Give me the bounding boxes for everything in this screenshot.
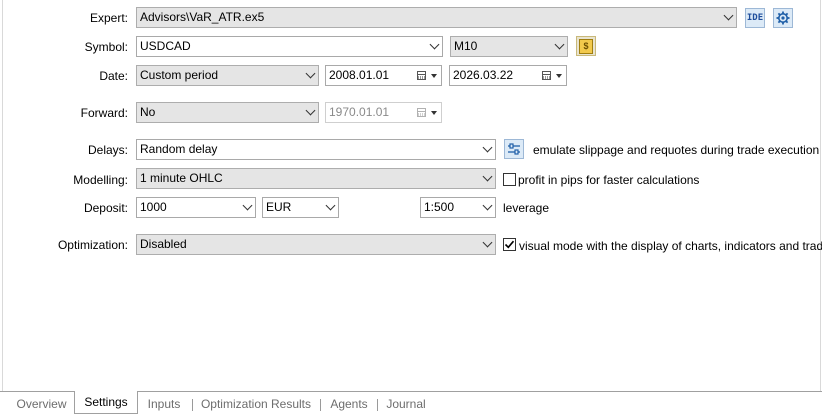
leverage-value: 1:500 <box>424 200 455 214</box>
calendar-icon <box>542 71 551 80</box>
delays-label: Delays: <box>87 143 128 157</box>
sliders-icon <box>508 143 520 155</box>
chevron-down-icon <box>305 68 316 79</box>
delays-value: Random delay <box>140 142 218 156</box>
visual-mode-checkbox[interactable] <box>503 238 516 251</box>
date-from-picker[interactable]: 2008.01.01 <box>325 65 442 86</box>
chevron-down-icon <box>482 171 493 182</box>
chevron-down-icon <box>723 10 734 21</box>
forward-date-value: 1970.01.01 <box>329 105 390 119</box>
tab-inputs[interactable]: Inputs <box>138 395 190 415</box>
optimization-select[interactable]: Disabled <box>136 234 496 255</box>
tab-separator <box>377 399 378 411</box>
deposit-amount-value: 1000 <box>140 200 167 214</box>
modelling-select[interactable]: 1 minute OHLC <box>136 168 496 189</box>
chevron-down-icon <box>305 105 316 116</box>
optimization-value: Disabled <box>140 237 187 251</box>
symbol-select[interactable]: USDCAD <box>136 36 443 57</box>
tab-journal[interactable]: Journal <box>379 395 433 415</box>
profit-in-pips-label: profit in pips for faster calculations <box>518 173 700 187</box>
dropdown-triangle-icon <box>556 74 562 78</box>
timeframe-value: M10 <box>454 39 478 53</box>
dropdown-triangle-icon <box>431 74 437 78</box>
symbol-value: USDCAD <box>140 39 191 53</box>
chevron-down-icon <box>482 237 493 248</box>
checkmark-icon <box>504 240 515 249</box>
date-to-value: 2026.03.22 <box>453 68 514 82</box>
deposit-label: Deposit: <box>83 201 128 215</box>
date-period-select[interactable]: Custom period <box>136 65 319 86</box>
forward-select[interactable]: No <box>136 102 319 123</box>
chevron-down-icon <box>482 200 493 211</box>
chevron-down-icon <box>325 200 336 211</box>
dollar-icon: $ <box>579 38 593 54</box>
deposit-currency-value: EUR <box>266 200 292 214</box>
modelling-label: Modelling: <box>73 173 128 187</box>
calendar-icon <box>417 71 426 80</box>
expert-settings-button[interactable] <box>773 8 793 28</box>
expert-value: Advisors\VaR_ATR.ex5 <box>140 10 265 24</box>
delays-select[interactable]: Random delay <box>136 139 496 160</box>
chevron-down-icon <box>482 142 493 153</box>
calendar-icon <box>417 108 426 117</box>
chevron-down-icon <box>429 39 440 50</box>
symbol-spec-button[interactable]: $ <box>576 36 596 56</box>
profit-in-pips-checkbox[interactable] <box>503 173 516 186</box>
chevron-down-icon <box>554 39 565 50</box>
date-label: Date: <box>99 69 128 83</box>
deposit-currency-select[interactable]: EUR <box>262 197 339 218</box>
ide-button[interactable]: IDE <box>745 8 765 28</box>
date-period-value: Custom period <box>140 68 219 82</box>
symbol-label: Symbol: <box>84 40 128 54</box>
date-to-picker[interactable]: 2026.03.22 <box>449 65 567 86</box>
date-from-value: 2008.01.01 <box>329 68 390 82</box>
chevron-down-icon <box>242 200 253 211</box>
delays-settings-button[interactable] <box>504 139 524 159</box>
leverage-label: leverage <box>503 201 550 215</box>
expert-label: Expert: <box>89 11 128 25</box>
tab-agents[interactable]: Agents <box>322 395 376 415</box>
timeframe-select[interactable]: M10 <box>450 36 568 57</box>
gear-icon <box>776 11 790 25</box>
tab-settings[interactable]: Settings <box>74 391 138 414</box>
ide-label: IDE <box>746 13 764 23</box>
tester-tab-bar: Overview Settings Inputs Optimization Re… <box>0 391 822 417</box>
dropdown-triangle-icon <box>431 111 437 115</box>
delays-note: emulate slippage and requotes during tra… <box>533 143 820 157</box>
tab-overview[interactable]: Overview <box>9 395 74 415</box>
visual-mode-label: visual mode with the display of charts, … <box>519 239 822 253</box>
optimization-label: Optimization: <box>57 238 128 252</box>
tab-separator <box>320 399 321 411</box>
modelling-value: 1 minute OHLC <box>140 171 223 185</box>
tab-optimization-results[interactable]: Optimization Results <box>194 395 318 415</box>
left-border <box>2 0 3 391</box>
expert-select[interactable]: Advisors\VaR_ATR.ex5 <box>136 7 737 28</box>
forward-date-picker: 1970.01.01 <box>325 102 442 123</box>
right-border <box>820 0 821 391</box>
leverage-select[interactable]: 1:500 <box>420 197 496 218</box>
forward-value: No <box>140 105 156 119</box>
deposit-amount-select[interactable]: 1000 <box>136 197 256 218</box>
forward-label: Forward: <box>80 106 128 120</box>
tab-separator <box>192 399 193 411</box>
